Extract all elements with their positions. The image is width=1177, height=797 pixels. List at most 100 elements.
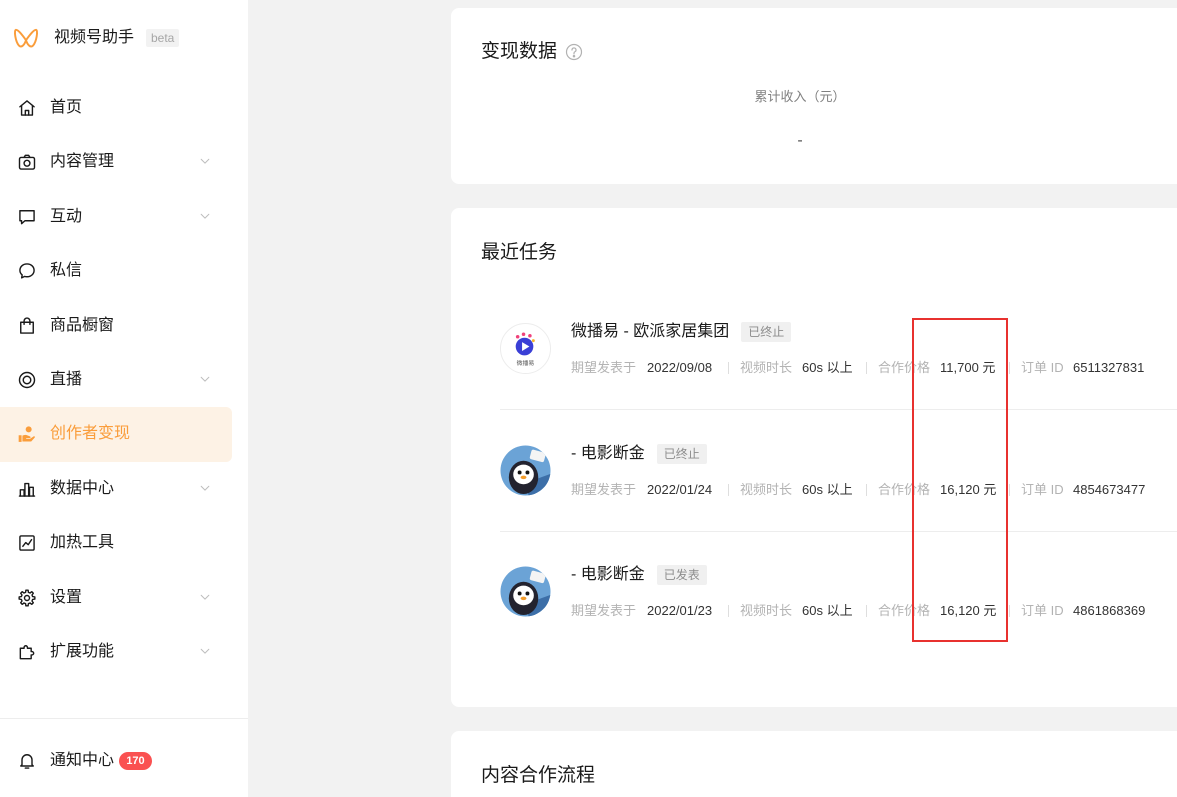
video-duration-label: 视频时长 xyxy=(740,603,793,618)
sidebar-item-label: 直播 xyxy=(50,370,83,388)
task-row[interactable]: 微播易 微播易 - 欧派家居集团 已终止 期望发表于 2022/09/08 视频… xyxy=(500,298,1177,420)
sidebar-item-label: 加热工具 xyxy=(50,534,115,552)
sidebar-item-label: 设置 xyxy=(50,588,83,606)
live-icon xyxy=(17,370,37,390)
cumulative-income-label: 累计收入（元） xyxy=(754,89,846,104)
recent-tasks-title: 最近任务 xyxy=(481,242,558,263)
task-title-line: 微播易 - 欧派家居集团 已终止 xyxy=(571,321,792,343)
sidebar-item-data-center[interactable]: 数据中心 xyxy=(0,462,232,516)
monetization-card: 变现数据 累计收入（元） - xyxy=(451,8,1177,184)
chat-bubble-icon xyxy=(17,261,37,281)
app-name[interactable]: 视频号助手 xyxy=(54,28,134,48)
sidebar-item-home[interactable]: 首页 xyxy=(0,81,232,135)
sidebar-item-live[interactable]: 直播 xyxy=(0,353,232,407)
price-value: 16,120 元 xyxy=(940,482,997,497)
field-separator xyxy=(1009,362,1010,374)
row-divider xyxy=(500,409,1177,410)
order-id-value: 4854673477 xyxy=(1073,482,1146,497)
gear-icon xyxy=(17,588,37,608)
price-label: 合作价格 xyxy=(878,482,931,497)
sidebar: 视频号助手 beta 首页 内容管理 互动 私信 商品橱窗 直播 创作者变现 数… xyxy=(0,0,248,797)
price-value: 16,120 元 xyxy=(940,603,997,618)
question-circle-icon[interactable] xyxy=(565,43,583,61)
chevron-down-icon[interactable] xyxy=(198,644,212,658)
weiboyi-logo-icon: 微播易 xyxy=(500,323,551,374)
publish-date-label: 期望发表于 xyxy=(571,360,637,375)
sidebar-item-settings[interactable]: 设置 xyxy=(0,571,232,625)
video-duration-label: 视频时长 xyxy=(740,360,793,375)
home-icon xyxy=(17,98,37,118)
chevron-down-icon[interactable] xyxy=(198,372,212,386)
sidebar-item-promotion-tools[interactable]: 加热工具 xyxy=(0,516,232,570)
price-label: 合作价格 xyxy=(878,603,931,618)
sidebar-item-label: 内容管理 xyxy=(50,153,115,171)
status-badge: 已终止 xyxy=(741,322,792,342)
recent-tasks-card: 最近任务 微播易 微播易 - 欧派家居集团 已终止 期望发表于 2022/09/… xyxy=(451,208,1177,707)
chevron-down-icon[interactable] xyxy=(198,209,212,223)
sidebar-item-label: 创作者变现 xyxy=(50,425,131,443)
notification-label: 通知中心 xyxy=(50,752,115,769)
trending-icon xyxy=(17,533,37,553)
field-separator xyxy=(866,605,867,617)
order-id-label: 订单 ID xyxy=(1021,360,1064,375)
shopping-bag-icon xyxy=(17,316,37,336)
sidebar-divider xyxy=(0,718,248,719)
bell-icon xyxy=(17,751,37,771)
beta-badge: beta xyxy=(146,29,180,47)
sidebar-item-label: 商品橱窗 xyxy=(50,316,115,334)
collaboration-process-card: 内容合作流程 xyxy=(451,731,1177,797)
penguin-avatar-icon xyxy=(500,445,551,496)
field-separator xyxy=(866,484,867,496)
cumulative-income-value: - xyxy=(797,132,803,149)
sidebar-item-private-messages[interactable]: 私信 xyxy=(0,244,232,298)
task-row[interactable]: - 电影断金 已发表 期望发表于 2022/01/23 视频时长 60s 以上 … xyxy=(500,541,1177,663)
video-duration-value: 60s 以上 xyxy=(802,360,853,375)
field-separator xyxy=(1009,605,1010,617)
task-name[interactable]: 微播易 - 欧派家居集团 xyxy=(571,321,729,343)
task-name[interactable]: - 电影断金 xyxy=(571,443,645,465)
notification-center[interactable]: 通知中心 170 xyxy=(0,747,232,775)
video-duration-value: 60s 以上 xyxy=(802,603,853,618)
wechat-channels-logo-icon[interactable] xyxy=(13,25,39,51)
publish-date-value: 2022/01/24 xyxy=(647,482,713,497)
chevron-down-icon[interactable] xyxy=(198,590,212,604)
price-value: 11,700 元 xyxy=(940,360,996,375)
chevron-down-icon[interactable] xyxy=(198,481,212,495)
collaboration-process-title: 内容合作流程 xyxy=(481,765,596,786)
field-separator xyxy=(728,484,729,496)
sidebar-item-shop-window[interactable]: 商品橱窗 xyxy=(0,299,232,353)
puzzle-icon xyxy=(17,642,37,662)
status-badge: 已发表 xyxy=(656,565,707,585)
video-duration-value: 60s 以上 xyxy=(802,482,853,497)
bar-chart-icon xyxy=(17,479,37,499)
task-title-line: - 电影断金 已发表 xyxy=(571,564,707,586)
task-name[interactable]: - 电影断金 xyxy=(571,564,645,586)
sidebar-item-label: 数据中心 xyxy=(50,479,115,497)
sidebar-item-label: 扩展功能 xyxy=(50,642,115,660)
field-separator xyxy=(728,605,729,617)
sidebar-item-extensions[interactable]: 扩展功能 xyxy=(0,625,232,679)
task-title-line: - 电影断金 已终止 xyxy=(571,443,707,465)
row-divider xyxy=(500,531,1177,532)
message-square-icon xyxy=(17,207,37,227)
chevron-down-icon[interactable] xyxy=(198,154,212,168)
sidebar-item-label: 私信 xyxy=(50,262,83,280)
price-label: 合作价格 xyxy=(878,360,931,375)
sidebar-item-interaction[interactable]: 互动 xyxy=(0,190,232,244)
order-id-value: 4861868369 xyxy=(1073,603,1146,618)
order-id-label: 订单 ID xyxy=(1021,603,1064,618)
sidebar-item-label: 互动 xyxy=(50,207,83,225)
publish-date-label: 期望发表于 xyxy=(571,603,637,618)
publish-date-value: 2022/09/08 xyxy=(647,360,713,375)
publish-date-value: 2022/01/23 xyxy=(647,603,713,618)
order-id-label: 订单 ID xyxy=(1021,482,1064,497)
order-id-value: 6511327831 xyxy=(1073,360,1145,375)
field-separator xyxy=(1009,484,1010,496)
status-badge: 已终止 xyxy=(656,444,707,464)
camera-icon xyxy=(17,152,37,172)
sidebar-item-creator-monetization[interactable]: 创作者变现 xyxy=(0,407,232,462)
sidebar-item-content-management[interactable]: 内容管理 xyxy=(0,135,232,189)
sidebar-item-label: 首页 xyxy=(50,99,83,116)
task-row[interactable]: - 电影断金 已终止 期望发表于 2022/01/24 视频时长 60s 以上 … xyxy=(500,420,1177,542)
notification-count-badge: 170 xyxy=(119,752,152,770)
